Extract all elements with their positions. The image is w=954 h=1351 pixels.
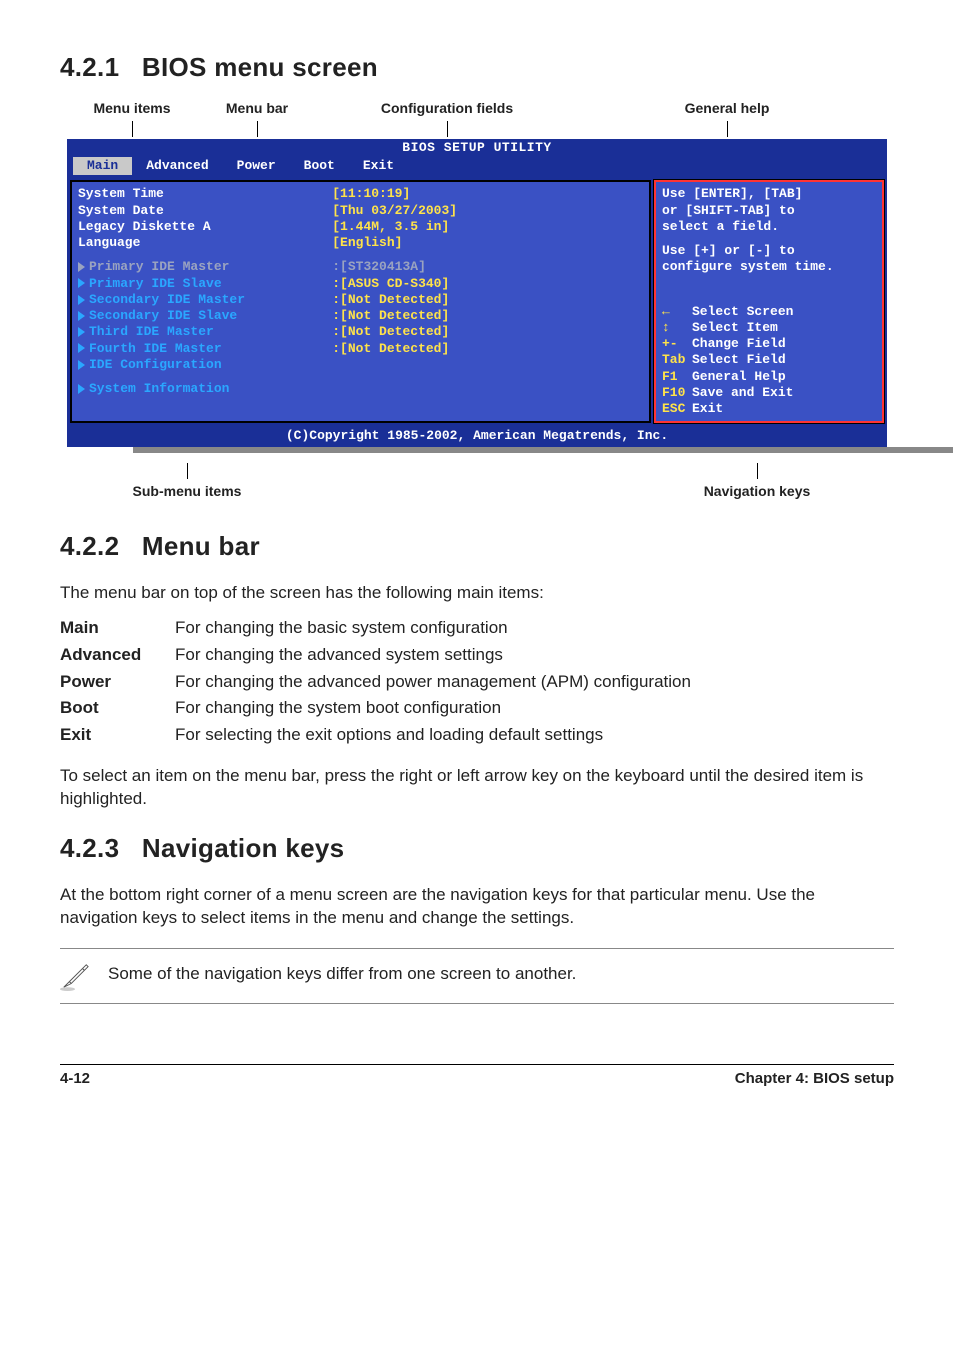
sub-secondary-slave[interactable]: Secondary IDE Slave bbox=[78, 308, 332, 324]
term-power: Power bbox=[60, 671, 175, 694]
sub-fourth-master[interactable]: Fourth IDE Master bbox=[78, 341, 332, 357]
tab-key-label: Tab bbox=[662, 352, 692, 368]
tab-power[interactable]: Power bbox=[223, 157, 290, 175]
sub-ide-config[interactable]: IDE Configuration bbox=[78, 357, 332, 373]
sub-primary-slave[interactable]: Primary IDE Slave bbox=[78, 276, 332, 292]
annot-menu-bar: Menu bar bbox=[226, 100, 288, 116]
section-num: 4.2.2 bbox=[60, 531, 119, 561]
desc-main: For changing the basic system configurat… bbox=[175, 617, 894, 640]
tab-boot[interactable]: Boot bbox=[290, 157, 349, 175]
desc-boot: For changing the system boot configurati… bbox=[175, 697, 894, 720]
key-select-screen: Select Screen bbox=[692, 304, 793, 319]
key-general-help: General Help bbox=[692, 369, 786, 384]
section-4-2-2-heading: 4.2.2 Menu bar bbox=[60, 529, 894, 564]
bios-help-panel: Use [ENTER], [TAB] or [SHIFT-TAB] to sel… bbox=[654, 180, 884, 423]
tab-main[interactable]: Main bbox=[73, 157, 132, 175]
arrow-updown-icon: ↕ bbox=[662, 320, 692, 336]
help-line2: or [SHIFT-TAB] to bbox=[662, 203, 876, 219]
val-sub4: :[Not Detected] bbox=[332, 308, 643, 324]
help-line5: configure system time. bbox=[662, 259, 876, 275]
annot-submenu: Sub-menu items bbox=[133, 483, 242, 499]
esc-key-label: ESC bbox=[662, 401, 692, 417]
menubar-outro: To select an item on the menu bar, press… bbox=[60, 765, 894, 811]
annot-config-fields: Configuration fields bbox=[381, 100, 513, 116]
note-text: Some of the navigation keys differ from … bbox=[108, 959, 894, 986]
help-line1: Use [ENTER], [TAB] bbox=[662, 186, 876, 202]
sub-primary-master[interactable]: Primary IDE Master bbox=[78, 259, 332, 275]
term-main: Main bbox=[60, 617, 175, 640]
desc-power: For changing the advanced power manageme… bbox=[175, 671, 894, 694]
section-4-2-3-heading: 4.2.3 Navigation keys bbox=[60, 831, 894, 866]
section-title: Menu bar bbox=[142, 531, 260, 561]
section-4-2-1-heading: 4.2.1 BIOS menu screen bbox=[60, 50, 894, 85]
desc-advanced: For changing the advanced system setting… bbox=[175, 644, 894, 667]
annot-general-help: General help bbox=[685, 100, 770, 116]
tab-exit[interactable]: Exit bbox=[349, 157, 408, 175]
term-exit: Exit bbox=[60, 724, 175, 747]
f1-key-label: F1 bbox=[662, 369, 692, 385]
val-legacy[interactable]: [1.44M, 3.5 in] bbox=[332, 219, 643, 235]
section-title: BIOS menu screen bbox=[142, 52, 378, 82]
bios-title: BIOS SETUP UTILITY bbox=[67, 139, 887, 157]
val-sub6: :[Not Detected] bbox=[332, 341, 643, 357]
val-language[interactable]: [English] bbox=[332, 235, 643, 251]
val-system-time[interactable]: [11:10:19] bbox=[332, 186, 643, 202]
section-title: Navigation keys bbox=[142, 833, 344, 863]
sub-third-master[interactable]: Third IDE Master bbox=[78, 324, 332, 340]
label-system-date: System Date bbox=[78, 203, 332, 219]
bios-left-panel: System Time System Date Legacy Diskette … bbox=[70, 180, 651, 423]
page-footer: 4-12 Chapter 4: BIOS setup bbox=[60, 1064, 894, 1089]
section-num: 4.2.3 bbox=[60, 833, 119, 863]
key-change-field: Change Field bbox=[692, 336, 786, 351]
val-sub2: :[ASUS CD-S340] bbox=[332, 276, 643, 292]
sub-secondary-master[interactable]: Secondary IDE Master bbox=[78, 292, 332, 308]
annotation-top-row: Menu items Menu bar Configuration fields… bbox=[67, 99, 887, 137]
key-exit: Exit bbox=[692, 401, 723, 416]
f10-key-label: F10 bbox=[662, 385, 692, 401]
tab-advanced[interactable]: Advanced bbox=[132, 157, 222, 175]
annot-navkeys: Navigation keys bbox=[704, 483, 811, 499]
bios-window: BIOS SETUP UTILITY Main Advanced Power B… bbox=[67, 139, 887, 447]
sub-system-info[interactable]: System Information bbox=[78, 381, 332, 397]
val-sub3: :[Not Detected] bbox=[332, 292, 643, 308]
label-system-time: System Time bbox=[78, 186, 332, 202]
val-sub1: :[ST320413A] bbox=[332, 259, 643, 275]
note-row: Some of the navigation keys differ from … bbox=[60, 948, 894, 1004]
arrow-left-icon: ← bbox=[662, 304, 692, 320]
help-keys-block: ←Select Screen ↕Select Item +-Change Fie… bbox=[662, 304, 876, 418]
key-select-field: Select Field bbox=[692, 352, 786, 367]
help-line4: Use [+] or [-] to bbox=[662, 243, 876, 259]
key-save-exit: Save and Exit bbox=[692, 385, 793, 400]
term-boot: Boot bbox=[60, 697, 175, 720]
plus-minus-icon: +- bbox=[662, 336, 692, 352]
menu-list: MainFor changing the basic system config… bbox=[60, 617, 894, 748]
navkeys-para: At the bottom right corner of a menu scr… bbox=[60, 884, 894, 930]
val-system-date[interactable]: [Thu 03/27/2003] bbox=[332, 203, 643, 219]
annotation-bottom-row: Sub-menu items Navigation keys bbox=[67, 463, 887, 501]
label-language: Language bbox=[78, 235, 332, 251]
desc-exit: For selecting the exit options and loadi… bbox=[175, 724, 894, 747]
val-sub5: :[Not Detected] bbox=[332, 324, 643, 340]
bios-tabs: Main Advanced Power Boot Exit bbox=[67, 157, 887, 177]
pencil-icon bbox=[60, 959, 90, 993]
term-advanced: Advanced bbox=[60, 644, 175, 667]
bios-footer: (C)Copyright 1985-2002, American Megatre… bbox=[67, 426, 887, 446]
key-select-item: Select Item bbox=[692, 320, 778, 335]
annot-menu-items: Menu items bbox=[93, 100, 170, 116]
label-legacy: Legacy Diskette A bbox=[78, 219, 332, 235]
help-line3: select a field. bbox=[662, 219, 876, 235]
footer-chapter: Chapter 4: BIOS setup bbox=[735, 1069, 894, 1089]
section-num: 4.2.1 bbox=[60, 52, 119, 82]
menubar-intro: The menu bar on top of the screen has th… bbox=[60, 582, 894, 605]
footer-page-num: 4-12 bbox=[60, 1069, 90, 1089]
